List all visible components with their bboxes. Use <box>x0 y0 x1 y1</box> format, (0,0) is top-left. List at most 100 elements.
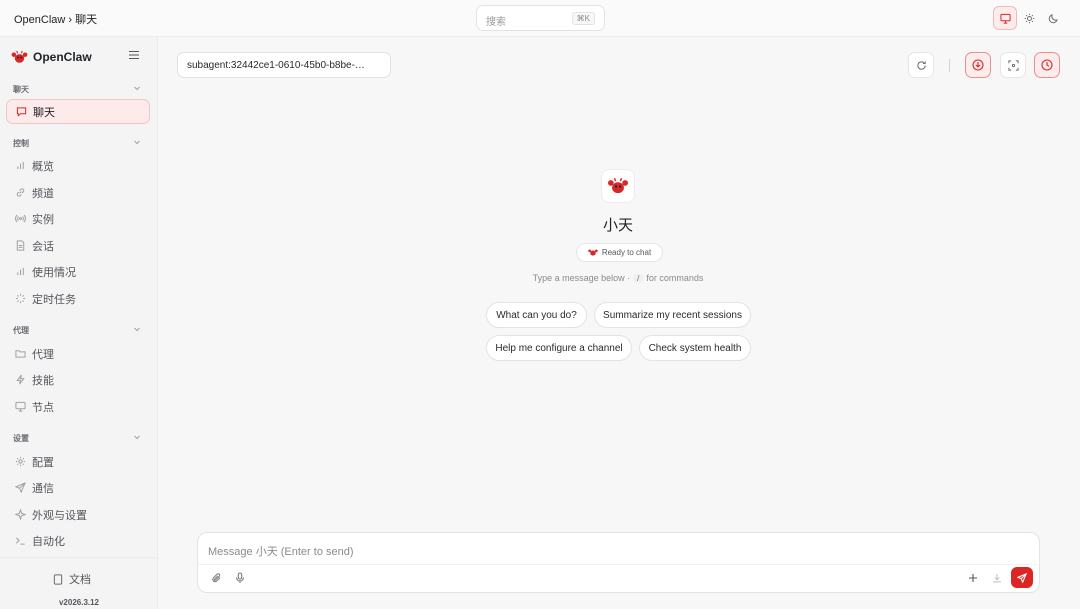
broadcast-icon <box>15 214 26 223</box>
scan-icon <box>1007 59 1019 71</box>
folder-icon <box>15 350 26 358</box>
theme-dark-button[interactable] <box>1041 6 1065 30</box>
command-hint: Type a message below · / for commands <box>460 273 776 283</box>
microphone-icon <box>235 572 245 583</box>
sidebar-item-label: 自动化 <box>32 535 65 548</box>
sidebar-item-agents[interactable]: 代理 <box>6 341 150 366</box>
sidebar-item-label: 会话 <box>32 240 54 253</box>
suggestion-configure-channel[interactable]: Help me configure a channel <box>486 335 632 361</box>
chevron-down-icon[interactable] <box>133 433 141 441</box>
sidebar-item-appearance[interactable]: 外观与设置 <box>6 502 150 527</box>
slash-key: / <box>633 274 644 283</box>
status-badge: Ready to chat <box>576 243 663 262</box>
history-button[interactable] <box>1034 52 1060 78</box>
download-circle-icon <box>972 59 984 71</box>
sidebar-item-sessions[interactable]: 会话 <box>6 233 150 258</box>
lobster-logo-icon <box>11 50 28 63</box>
session-selector[interactable]: subagent:32442ce1-0610-45b0-b8be-… <box>177 52 391 78</box>
sidebar-item-label: 使用情况 <box>32 266 76 279</box>
attach-button[interactable] <box>208 570 224 586</box>
theme-system-button[interactable] <box>993 6 1017 30</box>
sidebar-item-automation[interactable]: 自动化 <box>6 528 150 553</box>
version-label: v2026.3.12 <box>58 598 100 607</box>
theme-switcher <box>993 6 1067 31</box>
sidebar-item-label: 实例 <box>32 213 54 226</box>
moon-icon <box>1048 13 1058 23</box>
sidebar-item-label: 概览 <box>32 160 54 173</box>
theme-light-button[interactable] <box>1017 6 1041 30</box>
terminal-icon <box>16 537 25 545</box>
voice-button[interactable] <box>232 570 248 586</box>
chevron-down-icon[interactable] <box>133 325 141 333</box>
search-shortcut: ⌘K <box>571 12 595 25</box>
sidebar-item-chat[interactable]: 聊天 <box>6 99 150 124</box>
section-label-settings: 设置 <box>13 434 29 443</box>
section-label-chat: 聊天 <box>13 85 29 94</box>
menu-icon[interactable] <box>128 50 140 60</box>
plus-icon <box>969 574 977 582</box>
clock-icon <box>1041 59 1053 71</box>
suggestion-system-health[interactable]: Check system health <box>639 335 751 361</box>
sidebar-item-instances[interactable]: 实例 <box>6 206 150 231</box>
status-text: Ready to chat <box>601 248 652 257</box>
zap-icon <box>16 374 25 385</box>
sidebar-item-cron[interactable]: 定时任务 <box>6 286 150 311</box>
sidebar-footer: 文档 v2026.3.12 <box>0 557 158 609</box>
composer-divider <box>198 564 1041 565</box>
new-chat-button[interactable] <box>965 570 981 586</box>
sidebar-item-label: 配置 <box>32 456 54 469</box>
sidebar-item-label: 定时任务 <box>32 293 76 306</box>
suggestion-what-can-you-do[interactable]: What can you do? <box>486 302 587 328</box>
sidebar-item-nodes[interactable]: 节点 <box>6 394 150 419</box>
chevron-down-icon[interactable] <box>133 84 141 92</box>
top-bar: OpenClaw › 聊天 搜索 ⌘K <box>0 0 1080 37</box>
search-placeholder: 搜索 <box>486 17 506 28</box>
sidebar-item-label: 通信 <box>32 482 54 495</box>
brand[interactable]: OpenClaw <box>11 48 92 66</box>
sidebar-item-usage[interactable]: 使用情况 <box>6 259 150 284</box>
monitor-icon <box>999 13 1011 24</box>
send-icon <box>1017 572 1027 583</box>
search-input[interactable]: 搜索 ⌘K <box>476 5 605 31</box>
chat-icon <box>16 107 27 117</box>
docs-link[interactable]: 文档 <box>53 571 91 587</box>
gear-icon <box>15 456 26 467</box>
toolbar-divider <box>949 59 950 72</box>
sidebar-item-label: 代理 <box>32 348 54 361</box>
suggestion-summarize-sessions[interactable]: Summarize my recent sessions <box>594 302 751 328</box>
sidebar-item-label: 节点 <box>32 401 54 414</box>
sun-icon <box>1024 13 1034 23</box>
message-composer: Message 小天 (Enter to send) <box>197 532 1041 593</box>
download-icon <box>993 574 1001 583</box>
sidebar-item-label: 聊天 <box>33 106 55 119</box>
send-button[interactable] <box>1011 567 1033 588</box>
sidebar-item-communication[interactable]: 通信 <box>6 475 150 500</box>
sidebar-item-overview[interactable]: 概览 <box>6 153 150 178</box>
sidebar-item-skills[interactable]: 技能 <box>6 367 150 392</box>
sparkle-icon <box>15 509 26 520</box>
brand-name: OpenClaw <box>33 50 92 64</box>
bar-chart-icon <box>17 267 24 276</box>
message-input[interactable]: Message 小天 (Enter to send) <box>208 543 354 559</box>
loader-icon <box>15 293 26 304</box>
sidebar-item-channels[interactable]: 频道 <box>6 180 150 205</box>
agent-avatar <box>601 169 635 203</box>
docs-label: 文档 <box>69 574 91 586</box>
hint-after: for commands <box>646 273 704 283</box>
section-label-control: 控制 <box>13 139 29 148</box>
focus-button[interactable] <box>1000 52 1026 78</box>
sidebar-item-label: 技能 <box>32 374 54 387</box>
monitor-icon <box>15 401 26 412</box>
file-icon <box>16 240 25 251</box>
send-icon <box>15 482 26 493</box>
refresh-button[interactable] <box>908 52 934 78</box>
refresh-icon <box>916 60 926 70</box>
sidebar-item-config[interactable]: 配置 <box>6 449 150 474</box>
breadcrumb: OpenClaw › 聊天 <box>14 14 98 26</box>
download-button[interactable] <box>965 52 991 78</box>
chevron-down-icon[interactable] <box>133 138 141 146</box>
lobster-logo-icon <box>588 249 598 256</box>
paperclip-icon <box>211 573 221 583</box>
sidebar-item-label: 频道 <box>32 187 54 200</box>
export-button[interactable] <box>989 570 1005 586</box>
